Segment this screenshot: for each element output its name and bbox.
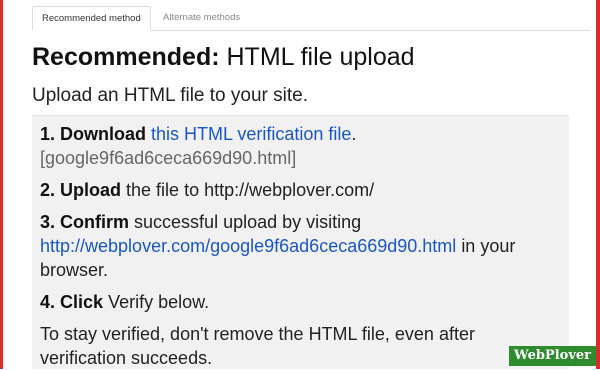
method-tabs: Recommended method Alternate methods bbox=[32, 6, 590, 31]
tab-alternate-methods[interactable]: Alternate methods bbox=[154, 6, 249, 29]
step-confirm-text: successful upload by visiting bbox=[134, 212, 362, 232]
page-subtitle: Upload an HTML file to your site. bbox=[32, 85, 308, 106]
verification-file-link[interactable]: this HTML verification file bbox=[151, 124, 351, 144]
webplover-watermark: WebPlover bbox=[509, 346, 596, 366]
step-download-period: . bbox=[351, 124, 357, 144]
step-click-label: 4. Click bbox=[40, 292, 104, 312]
step-confirm: 3. Confirm successful upload by visiting… bbox=[40, 210, 561, 282]
step-click: 4. Click Verify below. bbox=[40, 290, 561, 314]
confirm-url-link[interactable]: http://webplover.com/google9f6ad6ceca669… bbox=[40, 236, 456, 256]
step-upload-label: 2. Upload bbox=[40, 180, 122, 200]
step-confirm-label: 3. Confirm bbox=[40, 212, 130, 232]
page-title-rest: HTML file upload bbox=[226, 43, 415, 71]
page-title: Recommended: HTML file upload bbox=[32, 43, 415, 72]
instructions-panel: 1. Download this HTML verification file.… bbox=[32, 115, 569, 369]
step-upload: 2. Upload the file to http://webplover.c… bbox=[40, 178, 561, 202]
step-download: 1. Download this HTML verification file.… bbox=[40, 122, 561, 170]
left-border bbox=[0, 0, 3, 369]
tab-recommended-method[interactable]: Recommended method bbox=[32, 6, 151, 31]
verification-filename: [google9f6ad6ceca669d90.html] bbox=[40, 148, 297, 168]
stay-verified-note: To stay verified, don't remove the HTML … bbox=[40, 324, 475, 368]
right-border bbox=[596, 0, 600, 369]
page-title-bold: Recommended: bbox=[32, 43, 220, 71]
step-click-text: Verify below. bbox=[108, 292, 210, 312]
step-upload-text: the file to http://webplover.com/ bbox=[126, 180, 375, 200]
step-download-label: 1. Download bbox=[40, 124, 147, 144]
